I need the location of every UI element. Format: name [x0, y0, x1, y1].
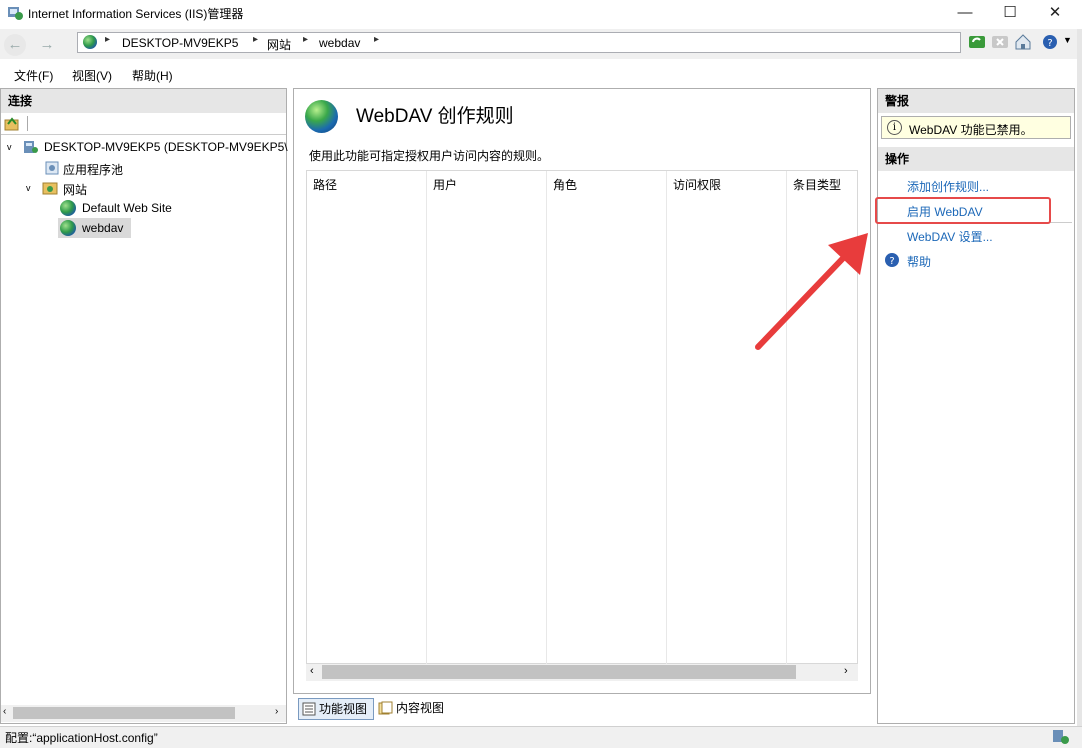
window-scrollbar[interactable] [1077, 29, 1082, 726]
connections-header: 连接 [1, 89, 286, 113]
tree-webdav-label: webdav [82, 221, 124, 235]
annotation-highlight-box [875, 197, 1051, 224]
sites-folder-icon [42, 182, 58, 195]
crumb-separator: ▸ [374, 34, 380, 45]
stop-icon[interactable] [991, 33, 1009, 51]
annotation-arrow-icon [755, 233, 868, 350]
back-arrow-icon: ← [7, 36, 23, 53]
column-path: 路径 [307, 171, 427, 665]
menu-help[interactable]: 帮助(H) [132, 67, 173, 84]
toolbar-divider [27, 116, 28, 131]
forward-arrow-icon: → [39, 36, 55, 53]
minimize-button[interactable]: — [942, 0, 988, 26]
expand-arrow-icon[interactable]: v [7, 142, 12, 152]
scroll-right-icon[interactable]: › [275, 706, 278, 717]
column-header[interactable]: 访问权限 [673, 176, 721, 193]
scroll-thumb[interactable] [13, 707, 235, 719]
crumb-separator: ▸ [105, 34, 111, 45]
crumb-separator: ▸ [253, 34, 259, 45]
server-icon [24, 141, 38, 153]
info-icon: i [887, 120, 902, 135]
crumb-separator: ▸ [303, 34, 309, 45]
scroll-left-icon[interactable]: ‹ [3, 706, 6, 717]
globe-icon [83, 35, 97, 49]
menu-view[interactable]: 视图(V) [72, 67, 112, 84]
app-pool-icon [45, 161, 59, 175]
iis-app-icon [8, 7, 23, 20]
crumb-webdav[interactable]: webdav [319, 36, 360, 50]
expand-arrow-icon[interactable]: v [26, 183, 31, 193]
status-bar [0, 726, 1082, 748]
page-description: 使用此功能可指定授权用户访问内容的规则。 [309, 149, 550, 163]
maximize-button[interactable]: ☐ [987, 0, 1033, 26]
svg-text:?: ? [1047, 38, 1052, 49]
close-button[interactable]: ✕ [1032, 0, 1078, 26]
crumb-server[interactable]: DESKTOP-MV9EKP5 [122, 36, 238, 50]
page-title: WebDAV 创作规则 [356, 106, 514, 127]
tree-sites-label: 网站 [63, 183, 88, 197]
add-authoring-rule-link[interactable]: 添加创作规则... [907, 178, 989, 195]
tab-content-view[interactable]: 内容视图 [376, 698, 450, 720]
tree-root-row[interactable]: v DESKTOP-MV9EKP5 (DESKTOP-MV9EKP5\ [7, 139, 288, 154]
column-user: 用户 [427, 171, 547, 665]
refresh-icon[interactable] [968, 33, 986, 51]
globe-icon [60, 220, 76, 236]
connect-icon[interactable] [4, 116, 20, 132]
back-button[interactable]: ← [4, 34, 26, 56]
features-view-icon [302, 702, 316, 716]
connections-hscrollbar[interactable]: ‹ › [1, 705, 286, 722]
network-status-icon [1053, 730, 1069, 744]
window-title: Internet Information Services (IIS)管理器 [28, 7, 244, 21]
scroll-right-icon[interactable]: › [844, 665, 848, 677]
status-text: 配置:“applicationHost.config” [5, 731, 158, 745]
alert-text: WebDAV 功能已禁用。 [909, 123, 1033, 137]
address-bar[interactable]: ▸ DESKTOP-MV9EKP5 ▸ 网站 ▸ webdav ▸ [77, 32, 961, 53]
alerts-header: 警报 [878, 89, 1074, 113]
alert-message: i WebDAV 功能已禁用。 [881, 116, 1071, 139]
tree-root-label: DESKTOP-MV9EKP5 (DESKTOP-MV9EKP5\ [44, 140, 288, 154]
connections-toolbar [1, 113, 286, 135]
scroll-left-icon[interactable]: ‹ [310, 665, 314, 677]
chevron-down-icon[interactable]: ▼ [1063, 35, 1072, 45]
menu-file[interactable]: 文件(F) [14, 67, 53, 84]
svg-text:?: ? [889, 256, 894, 267]
webdav-globe-icon [305, 100, 338, 133]
scroll-thumb[interactable] [322, 665, 796, 679]
tab-features-label: 功能视图 [319, 702, 368, 716]
content-view-icon [378, 701, 393, 715]
tree-sites[interactable]: v 网站 [26, 180, 87, 197]
home-icon[interactable] [1014, 33, 1032, 51]
tree-app-pools-label: 应用程序池 [63, 163, 124, 177]
tab-content-label: 内容视图 [396, 701, 445, 715]
crumb-sites[interactable]: 网站 [267, 36, 291, 53]
webdav-settings-link[interactable]: WebDAV 设置... [907, 228, 993, 245]
globe-icon [60, 200, 76, 216]
column-role: 角色 [547, 171, 667, 665]
help-dropdown-icon[interactable]: ? [1042, 33, 1060, 51]
tree-default-site-label: Default Web Site [82, 201, 172, 215]
forward-button[interactable]: → [36, 34, 58, 56]
tab-features-view[interactable]: 功能视图 [298, 698, 374, 720]
column-header[interactable]: 角色 [553, 176, 577, 193]
help-icon: ? [885, 253, 899, 267]
column-header[interactable]: 条目类型 [793, 176, 841, 193]
column-header[interactable]: 用户 [433, 176, 457, 193]
help-link[interactable]: 帮助 [907, 253, 931, 270]
actions-header: 操作 [878, 147, 1074, 171]
column-header[interactable]: 路径 [313, 176, 337, 193]
tree-webdav-selected[interactable]: webdav [58, 218, 131, 238]
